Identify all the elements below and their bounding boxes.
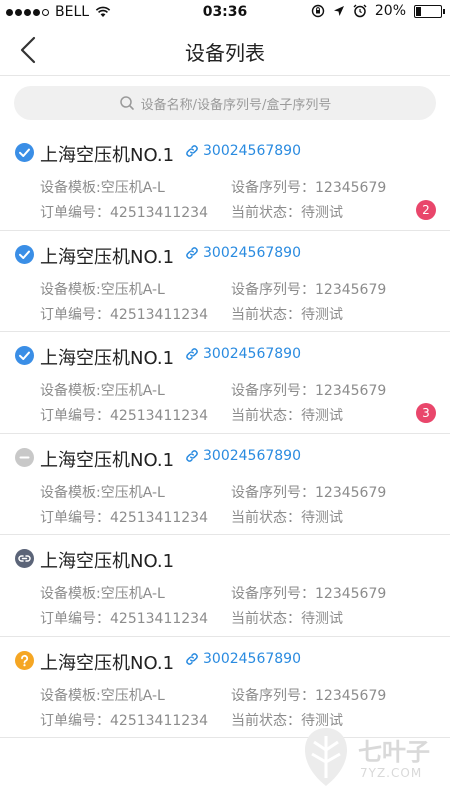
device-serial-link-text: 30024567890 <box>203 143 301 159</box>
device-template: 设备模板:空压机A-L <box>40 281 165 298</box>
device-list: 上海空压机NO.1 30024567890 设备模板:空压机A-L 设备序列号：123… <box>0 129 450 738</box>
device-name: 上海空压机NO.1 <box>40 145 175 166</box>
status-bar: BELL 03:36 20% <box>0 0 450 24</box>
search-icon <box>119 96 134 110</box>
link-icon <box>184 245 200 261</box>
link-icon <box>184 346 200 362</box>
device-status: 当前状态：待测试 <box>231 408 343 424</box>
device-name: 上海空压机NO.1 <box>40 449 175 471</box>
device-template: 设备模板:空压机A-L <box>40 484 165 501</box>
device-serial-number: 设备序列号：12345679 <box>231 281 387 298</box>
device-template: 设备模板:空压机A-L <box>40 180 165 196</box>
device-serial-link[interactable]: 30024567890 <box>184 346 301 362</box>
device-order-number: 订单编号：42513411234 <box>40 712 208 729</box>
link-icon <box>184 651 200 667</box>
device-card[interactable]: 上海空压机NO.1 30024567890 设备模板:空压机A-L 设备序列号：123… <box>0 129 450 231</box>
device-template: 设备模板:空压机A-L <box>40 383 165 399</box>
device-serial-link-text: 30024567890 <box>203 447 301 464</box>
battery-icon <box>414 4 445 18</box>
watermark-name: 七叶子 <box>358 738 430 766</box>
notification-badge: 2 <box>416 200 436 220</box>
device-status: 当前状态：待测试 <box>231 205 343 221</box>
alarm-icon <box>353 4 367 18</box>
device-serial-number: 设备序列号：12345679 <box>231 586 387 602</box>
watermark-url: 7YZ.COM <box>360 766 423 780</box>
device-order-number: 订单编号：42513411234 <box>40 509 208 526</box>
device-serial-link-text: 30024567890 <box>203 650 301 667</box>
rotation-lock-icon <box>311 4 325 18</box>
device-serial-link-text: 30024567890 <box>203 346 301 362</box>
location-icon <box>333 6 344 16</box>
device-template: 设备模板:空压机A-L <box>40 586 165 602</box>
device-status: 当前状态：待测试 <box>231 611 343 627</box>
minus-circle-icon <box>15 447 34 467</box>
device-serial-link[interactable]: 30024567890 <box>184 651 301 667</box>
device-serial-link[interactable]: 30024567890 <box>184 143 301 159</box>
device-status: 当前状态：待测试 <box>231 306 343 323</box>
check-circle-icon <box>15 346 34 365</box>
notification-badge: 3 <box>416 403 436 423</box>
check-circle-icon <box>15 244 34 264</box>
device-card[interactable]: 上海空压机NO.1 30024567890 设备模板:空压机A-L 设备序列号：123… <box>0 231 450 332</box>
battery-percentage: 20% <box>374 3 406 19</box>
device-order-number: 订单编号：42513411234 <box>40 205 208 221</box>
device-card[interactable]: 上海空压机NO.1 设备模板:空压机A-L 设备序列号：12345679 订单编号：4… <box>0 535 450 637</box>
unlink-circle-icon <box>15 549 34 568</box>
device-serial-number: 设备序列号：12345679 <box>231 383 387 399</box>
device-order-number: 订单编号：42513411234 <box>40 408 208 424</box>
nav-bar: 设备列表 <box>0 24 450 76</box>
device-card[interactable]: 上海空压机NO.1 30024567890 设备模板:空压机A-L 设备序列号：123… <box>0 434 450 535</box>
device-serial-number: 设备序列号：12345679 <box>231 180 387 196</box>
device-card[interactable]: 上海空压机NO.1 30024567890 设备模板:空压机A-L 设备序列号：123… <box>0 332 450 434</box>
link-icon <box>184 143 200 159</box>
search-input[interactable]: 设备名称/设备序列号/盒子序列号 <box>14 86 436 120</box>
device-serial-link[interactable]: 30024567890 <box>184 245 301 261</box>
device-order-number: 订单编号：42513411234 <box>40 306 208 323</box>
device-order-number: 订单编号：42513411234 <box>40 611 208 627</box>
watermark-logo: 七叶子 7YZ.COM <box>296 720 442 794</box>
device-serial-number: 设备序列号：12345679 <box>231 484 387 501</box>
device-name: 上海空压机NO.1 <box>40 348 175 369</box>
device-serial-number: 设备序列号：12345679 <box>231 687 387 704</box>
device-template: 设备模板:空压机A-L <box>40 687 165 704</box>
page-title: 设备列表 <box>185 41 265 65</box>
device-name: 上海空压机NO.1 <box>40 652 175 674</box>
device-name: 上海空压机NO.1 <box>40 551 175 572</box>
check-circle-icon <box>15 143 34 162</box>
device-name: 上海空压机NO.1 <box>40 246 175 268</box>
link-icon <box>184 448 200 464</box>
device-status: 当前状态：待测试 <box>231 509 343 526</box>
device-serial-link-text: 30024567890 <box>203 244 301 261</box>
search-placeholder: 设备名称/设备序列号/盒子序列号 <box>140 97 332 113</box>
device-serial-link[interactable]: 30024567890 <box>184 448 301 464</box>
question-circle-icon <box>15 650 34 670</box>
leaf-logo-icon <box>304 728 348 786</box>
